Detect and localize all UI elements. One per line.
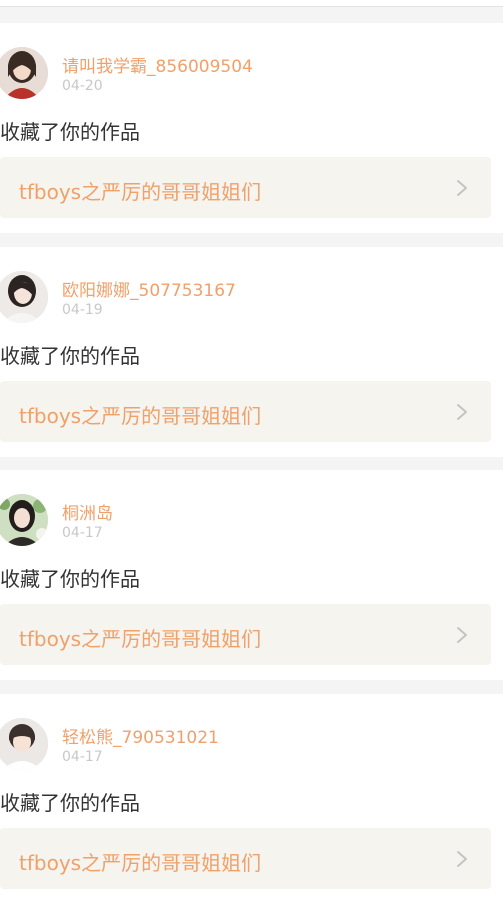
work-link[interactable]: tfboys之严厉的哥哥姐姐们 xyxy=(0,381,491,442)
timestamp: 04-20 xyxy=(62,78,103,94)
avatar-boy-icon xyxy=(0,718,48,770)
work-link[interactable]: tfboys之严厉的哥哥姐姐们 xyxy=(0,157,491,218)
activity-text: 收藏了你的作品 xyxy=(0,567,140,591)
work-link[interactable]: tfboys之严厉的哥哥姐姐们 xyxy=(0,604,491,665)
avatar[interactable] xyxy=(0,271,48,323)
avatar-girl-white-icon xyxy=(0,271,48,323)
activity-card: 桐洲岛 04-17 收藏了你的作品 tfboys之严厉的哥哥姐姐们 xyxy=(0,470,503,680)
chevron-right-icon xyxy=(457,180,467,196)
activity-text: 收藏了你的作品 xyxy=(0,344,140,368)
avatar-girl-flowers-icon xyxy=(0,494,48,546)
timestamp: 04-19 xyxy=(62,302,103,318)
avatar[interactable] xyxy=(0,494,48,546)
activity-text: 收藏了你的作品 xyxy=(0,120,140,144)
chevron-right-icon xyxy=(457,851,467,867)
avatar[interactable] xyxy=(0,47,48,99)
username[interactable]: 请叫我学霸_856009504 xyxy=(62,52,253,77)
chevron-right-icon xyxy=(457,404,467,420)
activity-text: 收藏了你的作品 xyxy=(0,791,140,815)
activity-card: 轻松熊_790531021 04-17 收藏了你的作品 tfboys之严厉的哥哥… xyxy=(0,694,503,904)
avatar[interactable] xyxy=(0,718,48,770)
activity-card: 请叫我学霸_856009504 04-20 收藏了你的作品 tfboys之严厉的… xyxy=(0,23,503,233)
avatar-girl-red-dress-icon xyxy=(0,47,48,99)
work-title: tfboys之严厉的哥哥姐姐们 xyxy=(19,180,262,204)
work-title: tfboys之严厉的哥哥姐姐们 xyxy=(19,404,262,428)
username[interactable]: 欧阳娜娜_507753167 xyxy=(62,276,236,301)
top-divider xyxy=(0,0,503,7)
work-title: tfboys之严厉的哥哥姐姐们 xyxy=(19,851,262,875)
work-link[interactable]: tfboys之严厉的哥哥姐姐们 xyxy=(0,828,491,889)
username[interactable]: 轻松熊_790531021 xyxy=(62,723,219,748)
chevron-right-icon xyxy=(457,627,467,643)
timestamp: 04-17 xyxy=(62,749,103,765)
activity-card: 欧阳娜娜_507753167 04-19 收藏了你的作品 tfboys之严厉的哥… xyxy=(0,247,503,457)
work-title: tfboys之严厉的哥哥姐姐们 xyxy=(19,627,262,651)
timestamp: 04-17 xyxy=(62,525,103,541)
username[interactable]: 桐洲岛 xyxy=(62,499,113,524)
